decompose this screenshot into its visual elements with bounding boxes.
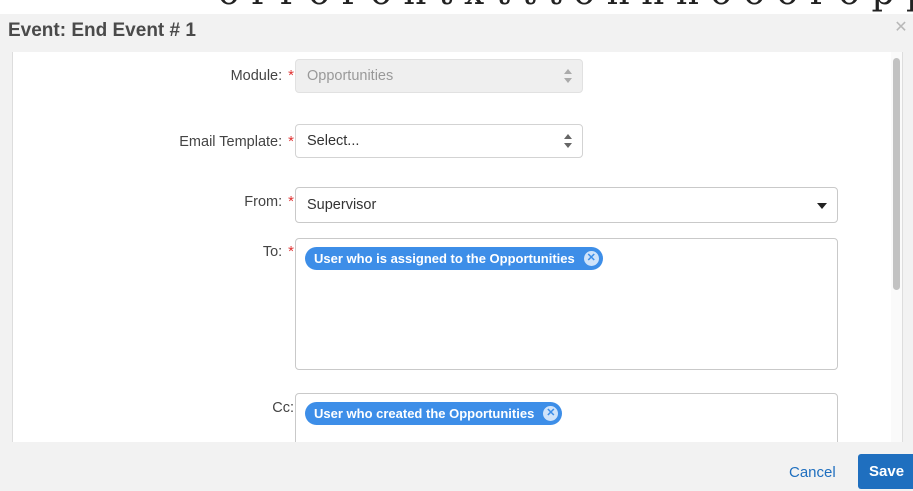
updown-arrows-icon <box>564 134 572 150</box>
recipient-chip: User who created the Opportunities ✕ <box>305 402 563 425</box>
module-label: Module: * <box>231 67 294 84</box>
cc-recipients-field[interactable]: User who created the Opportunities ✕ <box>295 393 838 442</box>
required-marker: * <box>288 193 294 210</box>
email-template-select[interactable]: Select... <box>295 124 583 158</box>
module-select: Opportunities <box>295 59 583 93</box>
recipient-chip-label: User who created the Opportunities <box>314 406 535 421</box>
scrollbar-thumb[interactable] <box>893 58 900 290</box>
email-template-label-text: Email Template: <box>179 134 283 150</box>
from-value: Supervisor <box>307 197 377 213</box>
updown-arrows-icon <box>564 69 572 85</box>
module-label-text: Module: <box>230 68 283 84</box>
cc-label: Cc: <box>272 400 294 416</box>
modal-header: Event: End Event # 1 ✕ <box>0 14 913 52</box>
from-dropdown[interactable]: Supervisor <box>295 187 838 223</box>
email-template-label: Email Template: * <box>179 133 294 150</box>
remove-chip-icon[interactable]: ✕ <box>583 251 599 266</box>
recipient-chip: User who is assigned to the Opportunitie… <box>305 247 603 270</box>
form-panel: Module: * Opportunities Email Template: * … <box>12 52 903 442</box>
module-value: Opportunities <box>307 68 394 84</box>
from-label: From: * <box>244 193 294 210</box>
modal-footer: Cancel Save <box>0 442 913 491</box>
required-marker: * <box>288 243 294 260</box>
close-icon[interactable]: ✕ <box>893 20 909 36</box>
required-marker: * <box>288 133 294 150</box>
modal-title: Event: End Event # 1 <box>8 20 196 41</box>
vertical-scrollbar[interactable] <box>891 52 902 442</box>
to-label: To: * <box>263 243 294 260</box>
email-template-value: Select... <box>307 133 360 149</box>
from-label-text: From: <box>244 194 283 210</box>
chevron-down-icon <box>817 203 827 209</box>
cc-label-text: Cc: <box>272 400 294 416</box>
background-page-fragment: o r r o r o n t x t t t o n n n o o o r … <box>0 0 913 14</box>
save-button[interactable]: Save <box>858 454 913 489</box>
cancel-button[interactable]: Cancel <box>789 464 836 481</box>
required-marker: * <box>288 67 294 84</box>
recipient-chip-label: User who is assigned to the Opportunitie… <box>314 251 575 266</box>
modal-body: Module: * Opportunities Email Template: * … <box>0 52 913 442</box>
to-label-text: To: <box>262 244 283 260</box>
remove-chip-icon[interactable]: ✕ <box>543 406 559 421</box>
background-page-text: o r r o r o n t x t t t o n n n o o o r … <box>218 0 913 13</box>
to-recipients-field[interactable]: User who is assigned to the Opportunitie… <box>295 238 838 370</box>
